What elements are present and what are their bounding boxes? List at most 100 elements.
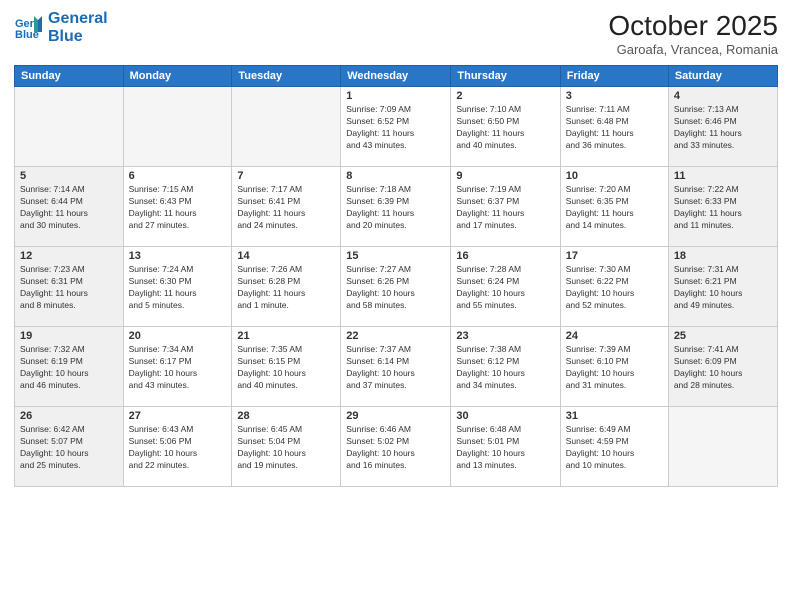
day-number: 26	[20, 410, 118, 422]
day-number: 3	[566, 90, 663, 102]
day-info: Sunrise: 7:32 AMSunset: 6:19 PMDaylight:…	[20, 344, 118, 392]
calendar-cell: 15Sunrise: 7:27 AMSunset: 6:26 PMDayligh…	[341, 247, 451, 327]
calendar-cell: 3 Sunrise: 7:11 AMSunset: 6:48 PMDaylight…	[560, 87, 668, 167]
calendar-cell: 10 Sunrise: 7:20 AMSunset: 6:35 PMDayligh…	[560, 167, 668, 247]
day-info: Sunrise: 7:23 AMSunset: 6:31 PMDaylight:…	[20, 264, 118, 312]
calendar-cell: 14Sunrise: 7:26 AMSunset: 6:28 PMDayligh…	[232, 247, 341, 327]
week-row-4: 19 Sunrise: 7:32 AMSunset: 6:19 PMDayligh…	[15, 327, 778, 407]
day-number: 5	[20, 170, 118, 182]
calendar-cell	[668, 407, 777, 487]
day-info: Sunrise: 7:15 AMSunset: 6:43 PMDaylight:…	[129, 184, 227, 232]
calendar-cell: 8 Sunrise: 7:18 AMSunset: 6:39 PMDaylight…	[341, 167, 451, 247]
day-number: 11	[674, 170, 772, 182]
day-number: 8	[346, 170, 445, 182]
calendar-cell: 29 Sunrise: 6:46 AMSunset: 5:02 PMDayligh…	[341, 407, 451, 487]
day-info: Sunrise: 7:22 AMSunset: 6:33 PMDaylight:…	[674, 184, 772, 232]
week-row-2: 5 Sunrise: 7:14 AMSunset: 6:44 PMDaylight…	[15, 167, 778, 247]
day-number: 18	[674, 250, 772, 262]
day-number: 25	[674, 330, 772, 342]
calendar-cell: 21Sunrise: 7:35 AMSunset: 6:15 PMDayligh…	[232, 327, 341, 407]
day-number: 28	[237, 410, 335, 422]
calendar-cell	[123, 87, 232, 167]
logo-icon: General Blue	[14, 14, 42, 42]
calendar-cell: 13Sunrise: 7:24 AMSunset: 6:30 PMDayligh…	[123, 247, 232, 327]
col-header-tuesday: Tuesday	[232, 66, 341, 87]
col-header-friday: Friday	[560, 66, 668, 87]
day-info: Sunrise: 7:28 AMSunset: 6:24 PMDaylight:…	[456, 264, 554, 312]
location: Garoafa, Vrancea, Romania	[608, 42, 778, 57]
day-number: 16	[456, 250, 554, 262]
day-number: 9	[456, 170, 554, 182]
day-number: 6	[129, 170, 227, 182]
title-block: October 2025 Garoafa, Vrancea, Romania	[608, 10, 778, 57]
day-number: 2	[456, 90, 554, 102]
day-info: Sunrise: 6:42 AMSunset: 5:07 PMDaylight:…	[20, 424, 118, 472]
day-number: 30	[456, 410, 554, 422]
calendar-cell: 9Sunrise: 7:19 AMSunset: 6:37 PMDaylight…	[451, 167, 560, 247]
day-info: Sunrise: 7:30 AMSunset: 6:22 PMDaylight:…	[566, 264, 663, 312]
day-number: 23	[456, 330, 554, 342]
page: General Blue General Blue October 2025 G…	[0, 0, 792, 612]
day-number: 1	[346, 90, 445, 102]
calendar-cell: 7 Sunrise: 7:17 AMSunset: 6:41 PMDaylight…	[232, 167, 341, 247]
calendar-cell: 12 Sunrise: 7:23 AMSunset: 6:31 PMDayligh…	[15, 247, 124, 327]
day-number: 21	[237, 330, 335, 342]
day-info: Sunrise: 7:26 AMSunset: 6:28 PMDaylight:…	[237, 264, 335, 312]
header: General Blue General Blue October 2025 G…	[14, 10, 778, 57]
month-title: October 2025	[608, 10, 778, 42]
day-info: Sunrise: 6:45 AMSunset: 5:04 PMDaylight:…	[237, 424, 335, 472]
calendar-cell: 16 Sunrise: 7:28 AMSunset: 6:24 PMDayligh…	[451, 247, 560, 327]
week-row-1: 1 Sunrise: 7:09 AMSunset: 6:52 PMDaylight…	[15, 87, 778, 167]
calendar-cell: 2 Sunrise: 7:10 AMSunset: 6:50 PMDaylight…	[451, 87, 560, 167]
calendar-cell: 4Sunrise: 7:13 AMSunset: 6:46 PMDaylight…	[668, 87, 777, 167]
col-header-saturday: Saturday	[668, 66, 777, 87]
calendar-cell: 22 Sunrise: 7:37 AMSunset: 6:14 PMDayligh…	[341, 327, 451, 407]
logo: General Blue General Blue	[14, 10, 108, 45]
day-info: Sunrise: 7:18 AMSunset: 6:39 PMDaylight:…	[346, 184, 445, 232]
calendar-cell	[232, 87, 341, 167]
day-info: Sunrise: 7:10 AMSunset: 6:50 PMDaylight:…	[456, 104, 554, 152]
day-number: 19	[20, 330, 118, 342]
calendar-cell: 31Sunrise: 6:49 AMSunset: 4:59 PMDayligh…	[560, 407, 668, 487]
calendar-cell: 24 Sunrise: 7:39 AMSunset: 6:10 PMDayligh…	[560, 327, 668, 407]
day-info: Sunrise: 7:34 AMSunset: 6:17 PMDaylight:…	[129, 344, 227, 392]
day-number: 10	[566, 170, 663, 182]
day-number: 20	[129, 330, 227, 342]
day-info: Sunrise: 7:14 AMSunset: 6:44 PMDaylight:…	[20, 184, 118, 232]
calendar-header-row: SundayMondayTuesdayWednesdayThursdayFrid…	[15, 66, 778, 87]
day-number: 29	[346, 410, 445, 422]
week-row-5: 26 Sunrise: 6:42 AMSunset: 5:07 PMDayligh…	[15, 407, 778, 487]
calendar-cell: 30Sunrise: 6:48 AMSunset: 5:01 PMDayligh…	[451, 407, 560, 487]
calendar-cell: 25 Sunrise: 7:41 AMSunset: 6:09 PMDayligh…	[668, 327, 777, 407]
day-number: 12	[20, 250, 118, 262]
col-header-sunday: Sunday	[15, 66, 124, 87]
day-info: Sunrise: 7:11 AMSunset: 6:48 PMDaylight:…	[566, 104, 663, 152]
day-info: Sunrise: 7:17 AMSunset: 6:41 PMDaylight:…	[237, 184, 335, 232]
day-number: 15	[346, 250, 445, 262]
calendar-cell: 28 Sunrise: 6:45 AMSunset: 5:04 PMDayligh…	[232, 407, 341, 487]
day-info: Sunrise: 6:43 AMSunset: 5:06 PMDaylight:…	[129, 424, 227, 472]
day-info: Sunrise: 7:39 AMSunset: 6:10 PMDaylight:…	[566, 344, 663, 392]
day-number: 17	[566, 250, 663, 262]
calendar-cell: 20 Sunrise: 7:34 AMSunset: 6:17 PMDayligh…	[123, 327, 232, 407]
day-number: 27	[129, 410, 227, 422]
calendar-cell: 1 Sunrise: 7:09 AMSunset: 6:52 PMDaylight…	[341, 87, 451, 167]
day-number: 4	[674, 90, 772, 102]
day-info: Sunrise: 7:20 AMSunset: 6:35 PMDaylight:…	[566, 184, 663, 232]
day-info: Sunrise: 6:46 AMSunset: 5:02 PMDaylight:…	[346, 424, 445, 472]
day-number: 7	[237, 170, 335, 182]
day-info: Sunrise: 7:37 AMSunset: 6:14 PMDaylight:…	[346, 344, 445, 392]
calendar-cell: 17 Sunrise: 7:30 AMSunset: 6:22 PMDayligh…	[560, 247, 668, 327]
col-header-monday: Monday	[123, 66, 232, 87]
calendar-cell	[15, 87, 124, 167]
day-number: 24	[566, 330, 663, 342]
day-info: Sunrise: 7:09 AMSunset: 6:52 PMDaylight:…	[346, 104, 445, 152]
calendar-cell: 23Sunrise: 7:38 AMSunset: 6:12 PMDayligh…	[451, 327, 560, 407]
col-header-wednesday: Wednesday	[341, 66, 451, 87]
calendar-cell: 11 Sunrise: 7:22 AMSunset: 6:33 PMDayligh…	[668, 167, 777, 247]
day-info: Sunrise: 7:41 AMSunset: 6:09 PMDaylight:…	[674, 344, 772, 392]
day-number: 13	[129, 250, 227, 262]
day-number: 22	[346, 330, 445, 342]
calendar-cell: 18Sunrise: 7:31 AMSunset: 6:21 PMDayligh…	[668, 247, 777, 327]
col-header-thursday: Thursday	[451, 66, 560, 87]
